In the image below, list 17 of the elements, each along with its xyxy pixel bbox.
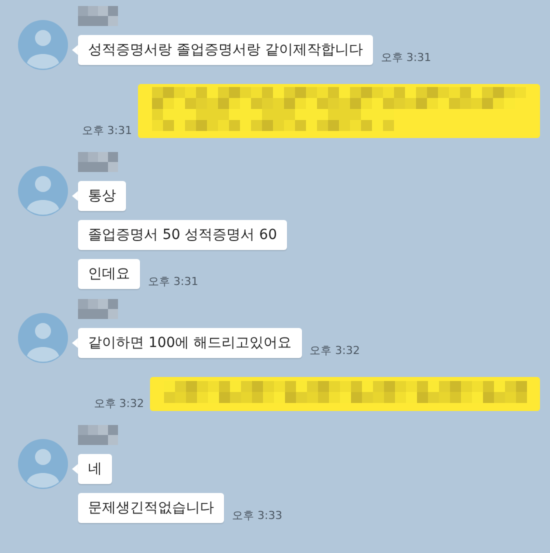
- message-time: 오후 3:32: [310, 343, 360, 358]
- message-bubble: 문제생긴적없습니다: [78, 493, 224, 523]
- message-bubble: 인데요: [78, 259, 140, 289]
- avatar-icon: [18, 20, 68, 70]
- avatar-icon: [18, 439, 68, 489]
- message-bubble: 졸업증명서 50 성적증명서 60: [78, 220, 287, 250]
- message-time: 오후 3:33: [232, 508, 282, 523]
- message-bubble: 통상: [78, 181, 126, 211]
- message-time: 오후 3:31: [148, 274, 198, 289]
- message-bubble: 같이하면 100에 해드리고있어요: [78, 328, 302, 358]
- avatar-icon: [18, 166, 68, 216]
- message-time: 오후 3:31: [380, 50, 432, 65]
- message-bubble: 성적증명서랑 졸업증명서랑 같이제작합니다: [78, 35, 373, 65]
- message-time: 오후 3:32: [94, 396, 144, 411]
- message-bubble: 네: [78, 454, 112, 484]
- message-time: 오후 3:31: [82, 123, 132, 138]
- avatar-icon: [18, 313, 68, 363]
